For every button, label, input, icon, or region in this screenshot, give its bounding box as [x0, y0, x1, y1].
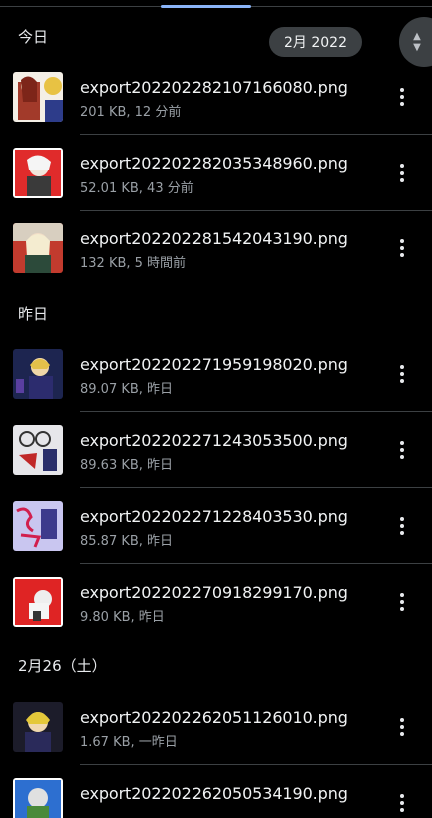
- file-thumbnail: [13, 702, 63, 752]
- file-meta: 89.07 KB, 昨日: [80, 382, 174, 397]
- file-name: export202202271959198020.png: [80, 355, 348, 374]
- file-row[interactable]: export202202281542043190.png 132 KB, 5 時…: [0, 210, 432, 286]
- file-thumbnail: [13, 223, 63, 273]
- file-name: export202202282035348960.png: [80, 154, 348, 173]
- file-name: export202202262051126010.png: [80, 708, 348, 727]
- more-vert-icon[interactable]: [390, 791, 414, 815]
- file-thumbnail: [13, 349, 63, 399]
- active-tab-indicator: [161, 5, 251, 8]
- file-thumbnail: [13, 425, 63, 475]
- chevron-up-icon: ▲: [413, 31, 421, 42]
- file-row[interactable]: export202202271243053500.png 89.63 KB, 昨…: [0, 412, 432, 488]
- file-thumbnail: [13, 577, 63, 627]
- more-vert-icon[interactable]: [390, 161, 414, 185]
- file-row[interactable]: export202202270918299170.png 9.80 KB, 昨日: [0, 564, 432, 640]
- section-header-yesterday: 昨日: [18, 305, 49, 323]
- file-row[interactable]: export202202282107166080.png 201 KB, 12 …: [0, 59, 432, 135]
- file-meta: 132 KB, 5 時間前: [80, 256, 187, 271]
- more-vert-icon[interactable]: [390, 438, 414, 462]
- file-name: export202202262050534190.png: [80, 784, 348, 803]
- file-row[interactable]: export202202271228403530.png 85.87 KB, 昨…: [0, 488, 432, 564]
- file-meta: 1.67 KB, 一昨日: [80, 735, 178, 750]
- top-tab-indicator-bar: [0, 0, 432, 8]
- more-vert-icon[interactable]: [390, 514, 414, 538]
- file-thumbnail: [13, 501, 63, 551]
- more-vert-icon[interactable]: [390, 362, 414, 386]
- file-row[interactable]: export202202262050534190.png: [0, 765, 432, 818]
- section-header-feb26: 2月26（土）: [18, 657, 107, 675]
- file-meta: 9.80 KB, 昨日: [80, 610, 165, 625]
- file-meta: 201 KB, 12 分前: [80, 105, 182, 120]
- date-chip[interactable]: 2月 2022: [269, 27, 362, 57]
- file-thumbnail: [13, 148, 63, 198]
- file-name: export202202271228403530.png: [80, 507, 348, 526]
- file-name: export202202281542043190.png: [80, 229, 348, 248]
- file-row[interactable]: export202202271959198020.png 89.07 KB, 昨…: [0, 336, 432, 412]
- section-header-today: 今日: [18, 28, 49, 46]
- file-name: export202202282107166080.png: [80, 78, 348, 97]
- chevron-down-icon: ▼: [413, 42, 421, 53]
- more-vert-icon[interactable]: [390, 236, 414, 260]
- more-vert-icon[interactable]: [390, 85, 414, 109]
- more-vert-icon[interactable]: [390, 715, 414, 739]
- more-vert-icon[interactable]: [390, 590, 414, 614]
- file-meta: 52.01 KB, 43 分前: [80, 181, 194, 196]
- file-row[interactable]: export202202262051126010.png 1.67 KB, 一昨…: [0, 689, 432, 765]
- file-name: export202202270918299170.png: [80, 583, 348, 602]
- file-name: export202202271243053500.png: [80, 431, 348, 450]
- file-meta: 85.87 KB, 昨日: [80, 534, 174, 549]
- file-thumbnail: [13, 778, 63, 818]
- file-thumbnail: [13, 72, 63, 122]
- file-meta: 89.63 KB, 昨日: [80, 458, 174, 473]
- file-row[interactable]: export202202282035348960.png 52.01 KB, 4…: [0, 135, 432, 211]
